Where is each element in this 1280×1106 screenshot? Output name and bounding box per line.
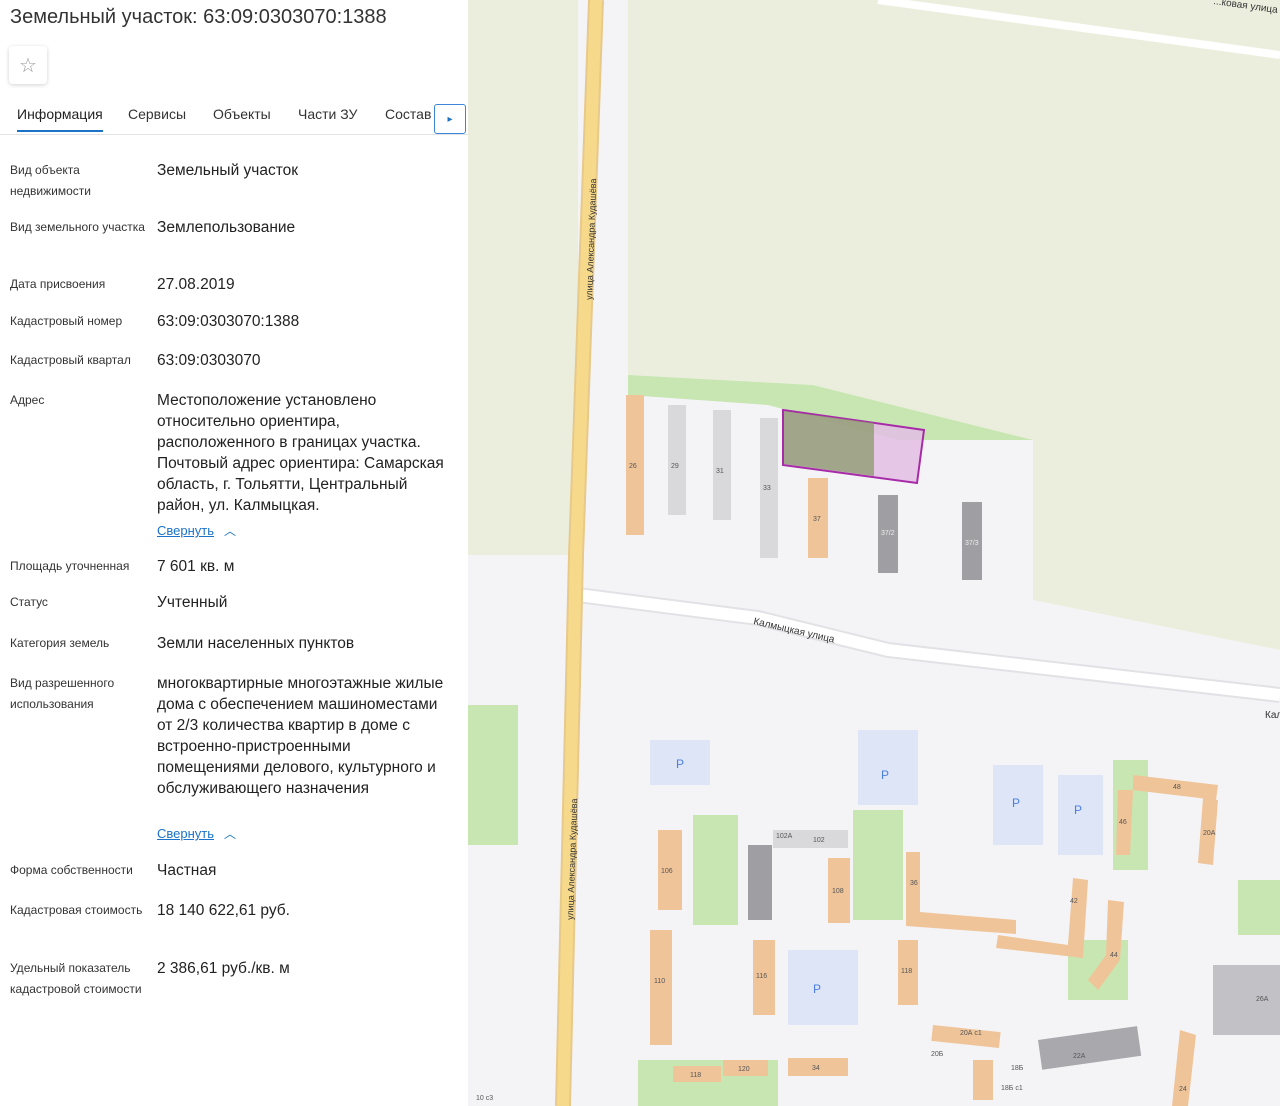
tab-information[interactable]: Информация [17, 106, 103, 132]
parking-label: P [813, 982, 821, 996]
field-value: многоквартирные многоэтажные жилые дома … [157, 675, 444, 797]
green-area [693, 815, 738, 925]
field-label: Кадастровая стоимость [10, 903, 143, 917]
building-number: 37/2 [881, 530, 895, 537]
chevron-up-icon: ︿ [224, 524, 237, 538]
field-label: Форма собственности [10, 863, 133, 877]
building-number: 120 [738, 1066, 750, 1073]
tab-parts[interactable]: Части ЗУ [298, 106, 357, 122]
building-number: 102А [776, 833, 793, 840]
field-label: Категория земель [10, 636, 110, 650]
building-number: 106 [661, 868, 673, 875]
field-label: Площадь уточненная [10, 559, 130, 573]
building [1213, 965, 1280, 1035]
building-number: 37/3 [965, 540, 979, 547]
parking-label: P [1012, 796, 1020, 810]
field-value: 7 601 кв. м [157, 558, 235, 575]
tabs-next-button[interactable]: ▸ [434, 104, 466, 134]
chevron-right-icon: ▸ [447, 113, 453, 125]
tab-objects[interactable]: Объекты [213, 106, 271, 122]
field-label: Вид разрешенного использования [10, 676, 115, 711]
tab-services[interactable]: Сервисы [128, 106, 186, 122]
tab-bar: Информация Сервисы Объекты Части ЗУ Сост… [0, 96, 468, 135]
building-number: 10 с3 [476, 1095, 493, 1102]
field-label: Кадастровый номер [10, 314, 123, 328]
field-value: Земли населенных пунктов [157, 635, 355, 652]
field-value: 2 386,61 руб./кв. м [157, 960, 290, 977]
field-value: 63:09:0303070:1388 [157, 313, 300, 330]
parking-label: P [1074, 803, 1082, 817]
building-number: 46 [1119, 819, 1127, 826]
building-number: 31 [716, 468, 724, 475]
building-number: 22А [1073, 1053, 1086, 1060]
field-label: Удельный показатель кадастровой стоимост… [10, 961, 142, 996]
field-value: Земельный участок [157, 162, 299, 179]
building-number: 48 [1173, 784, 1181, 791]
building-number: 26 [629, 463, 637, 470]
building-number: 44 [1110, 952, 1118, 959]
building-number: 118 [690, 1072, 701, 1079]
field-label: Вид объекта недвижимости [10, 163, 91, 198]
building-number: 34 [812, 1065, 820, 1072]
building-number: 110 [654, 978, 665, 985]
green-area [468, 705, 518, 845]
building-number: 37 [813, 516, 821, 523]
building-number: 20Б [931, 1051, 944, 1058]
building-number: 36 [910, 880, 918, 887]
building [713, 410, 731, 520]
field-label: Вид земельного участка [10, 220, 145, 234]
field-value: 18 140 622,61 руб. [157, 902, 290, 919]
field-value: Землепользование [157, 219, 296, 236]
building-number: 102 [813, 837, 825, 844]
field-value: 27.08.2019 [157, 276, 235, 293]
chevron-up-icon: ︿ [224, 827, 237, 841]
building-number: 18Б [1011, 1065, 1024, 1072]
building-number: 24 [1179, 1086, 1187, 1093]
building-number: 20А [1203, 830, 1216, 837]
field-value: 63:09:0303070 [157, 352, 261, 369]
field-label: Адрес [10, 393, 45, 407]
building-number: 42 [1070, 898, 1078, 905]
building-number: 116 [756, 973, 767, 980]
building-number: 18Б с1 [1001, 1085, 1023, 1092]
favorite-button[interactable]: ☆ [9, 46, 47, 84]
building [650, 930, 672, 1045]
building-number: 26А [1256, 996, 1269, 1003]
field-value: Местоположение установлено относительно … [157, 392, 444, 514]
green-area [1238, 880, 1280, 935]
street-right-label: Кал [1265, 710, 1280, 721]
building-number: 20А с1 [960, 1030, 982, 1037]
collapse-link[interactable]: Свернуть ︿ [157, 522, 236, 539]
building-number: 108 [832, 888, 844, 895]
collapse-label: Свернуть [157, 523, 215, 538]
field-area [468, 0, 578, 555]
collapse-link[interactable]: Свернуть ︿ [157, 825, 236, 842]
page-title: Земельный участок: 63:09:0303070:1388 [10, 6, 387, 28]
parking-area [788, 950, 858, 1025]
parking-label: P [676, 757, 684, 771]
parking-label: P [881, 768, 889, 782]
field-label: Дата присвоения [10, 277, 106, 291]
field-label: Статус [10, 595, 48, 609]
star-outline-icon: ☆ [19, 54, 37, 77]
building-number: 29 [671, 463, 679, 470]
building-number: 33 [763, 485, 771, 492]
building [973, 1060, 993, 1100]
field-value: Учтенный [157, 594, 228, 611]
green-area [853, 810, 903, 920]
map-view[interactable]: P P P P P Калмыцкая улица Кал ...ковая у… [468, 0, 1280, 1106]
building-number: 118 [901, 968, 912, 975]
field-value: Частная [157, 862, 217, 879]
field-label: Кадастровый квартал [10, 353, 131, 367]
building [748, 845, 772, 920]
tab-composition[interactable]: Состав [385, 106, 431, 122]
collapse-label: Свернуть [157, 826, 215, 841]
building [668, 405, 686, 515]
info-panel: Земельный участок: 63:09:0303070:1388 ☆ … [0, 0, 468, 1106]
